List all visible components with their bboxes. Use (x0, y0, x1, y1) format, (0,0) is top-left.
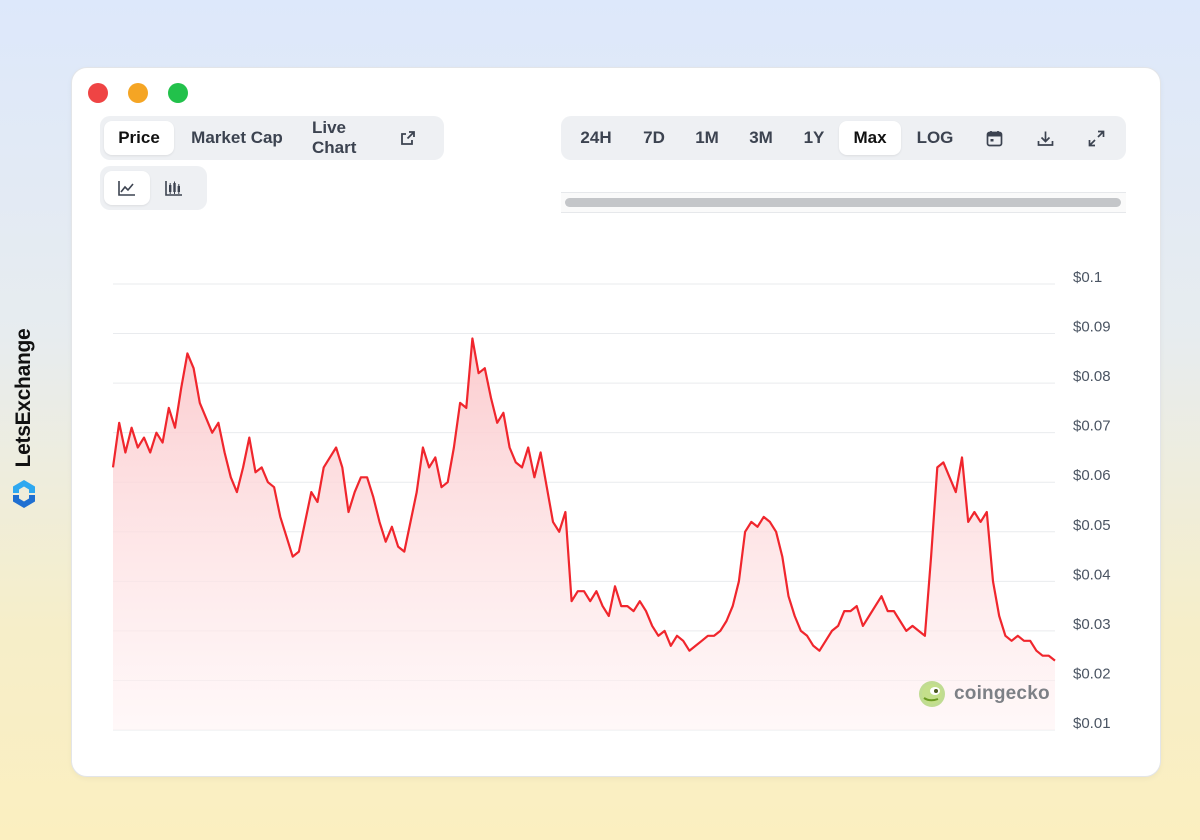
brand-name: LetsExchange (12, 328, 35, 468)
y-tick-label: $0.03 (1073, 616, 1111, 633)
y-tick-label: $0.08 (1073, 368, 1111, 385)
coingecko-gecko-icon (919, 681, 945, 707)
y-tick-label: $0.04 (1073, 566, 1111, 583)
letsexchange-logo-icon (13, 480, 35, 508)
y-tick-label: $0.06 (1073, 467, 1111, 484)
y-tick-label: $0.02 (1073, 665, 1111, 682)
y-tick-label: $0.1 (1073, 269, 1102, 286)
y-tick-label: $0.01 (1073, 715, 1111, 732)
price-area (113, 338, 1055, 730)
coingecko-label: coingecko (954, 683, 1050, 704)
price-chart: $0.1 $0.09 $0.08 $0.07 $0.06 $0.05 $0.04 $0.03 $… (111, 269, 1111, 732)
chart-window: Price Market Cap Live Chart 24H 7D 1M 3M… (71, 67, 1161, 777)
y-tick-label: $0.07 (1073, 418, 1111, 435)
y-tick-label: $0.09 (1073, 319, 1111, 336)
coingecko-watermark: coingecko (918, 680, 1050, 708)
y-tick-label: $0.05 (1073, 517, 1111, 534)
